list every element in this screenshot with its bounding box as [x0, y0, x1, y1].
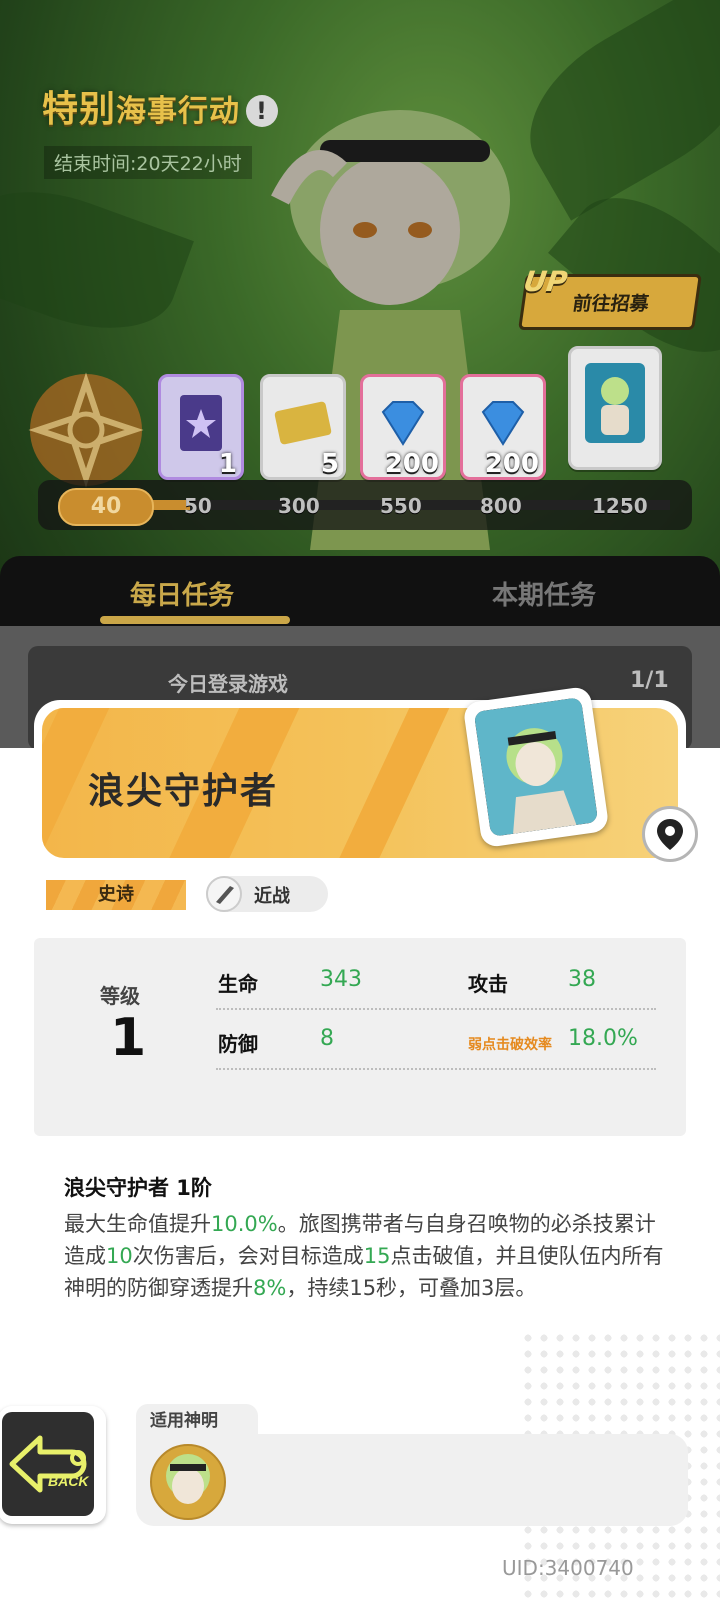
character-card-icon: [585, 363, 645, 444]
break-value: 18.0%: [568, 1026, 638, 1051]
def-label: 防御: [218, 1032, 258, 1056]
ticket-icon: [274, 401, 332, 445]
exclamation-icon[interactable]: !: [246, 95, 279, 127]
milestone-label: 800: [480, 494, 522, 518]
reward-item[interactable]: 200: [360, 374, 446, 480]
level-value: 1: [110, 1008, 147, 1068]
divider: [216, 1068, 656, 1070]
break-label: 弱点击破效率: [468, 1037, 552, 1053]
tab-indicator: [100, 616, 290, 624]
reward-item[interactable]: [568, 346, 662, 470]
diamond-icon: [481, 401, 525, 446]
task-title: 今日登录游戏: [168, 672, 288, 696]
milestone-label: 1250: [592, 494, 648, 518]
up-badge: UP: [521, 265, 570, 298]
divider: [216, 1008, 656, 1010]
skill-description: 最大生命值提升10.0%。旅图携带者与自身召唤物的必杀技累计造成10次伤害后，会…: [64, 1212, 664, 1300]
type-label: 近战: [254, 886, 290, 907]
type-badge: 近战: [206, 876, 328, 912]
go-recruit-button[interactable]: UP 前往招募: [518, 265, 702, 330]
back-button[interactable]: BACK: [0, 1406, 106, 1524]
hp-label: 生命: [218, 972, 258, 996]
skill-title: 浪尖守护者 1阶: [64, 1176, 212, 1200]
task-count: 1/1: [630, 668, 669, 693]
def-value: 8: [320, 1026, 334, 1051]
tab-daily[interactable]: 每日任务: [130, 575, 234, 612]
character-portrait-icon: [473, 697, 599, 837]
diamond-icon: [381, 401, 425, 446]
map-pin-icon: [657, 819, 683, 850]
back-label: BACK: [48, 1473, 89, 1489]
atk-value: 38: [568, 967, 596, 992]
atk-label: 攻击: [468, 972, 508, 996]
milestone-label: 50: [184, 494, 212, 518]
reward-item[interactable]: 200: [460, 374, 546, 480]
recruit-label: 前往招募: [571, 293, 651, 315]
rarity-badge: 史诗: [46, 880, 186, 910]
reward-item[interactable]: 1: [158, 374, 244, 480]
book-star-icon: [180, 395, 222, 451]
card-thumbnail[interactable]: [462, 685, 610, 849]
user-id: UID:3400740: [502, 1556, 634, 1580]
reward-item[interactable]: 5: [260, 374, 346, 480]
event-end-time: 结束时间:20天22小时: [44, 146, 252, 179]
card-name: 浪尖守护者: [88, 771, 279, 812]
back-arrow-icon: BACK: [9, 1435, 89, 1493]
milestone-label: 550: [380, 494, 422, 518]
current-points: 40: [58, 488, 154, 526]
hp-value: 343: [320, 967, 362, 992]
milestone-label: 300: [278, 494, 320, 518]
event-title: 特别海事行动!: [42, 80, 279, 132]
applicable-gods-label: 适用神明: [136, 1404, 258, 1438]
points-medal-icon: [28, 372, 144, 488]
character-avatar-icon: [166, 1454, 210, 1504]
sword-icon: [216, 886, 234, 904]
god-avatar[interactable]: [150, 1444, 226, 1520]
level-label: 等级: [100, 984, 140, 1008]
tab-period[interactable]: 本期任务: [492, 575, 596, 612]
locate-button[interactable]: [642, 806, 698, 862]
